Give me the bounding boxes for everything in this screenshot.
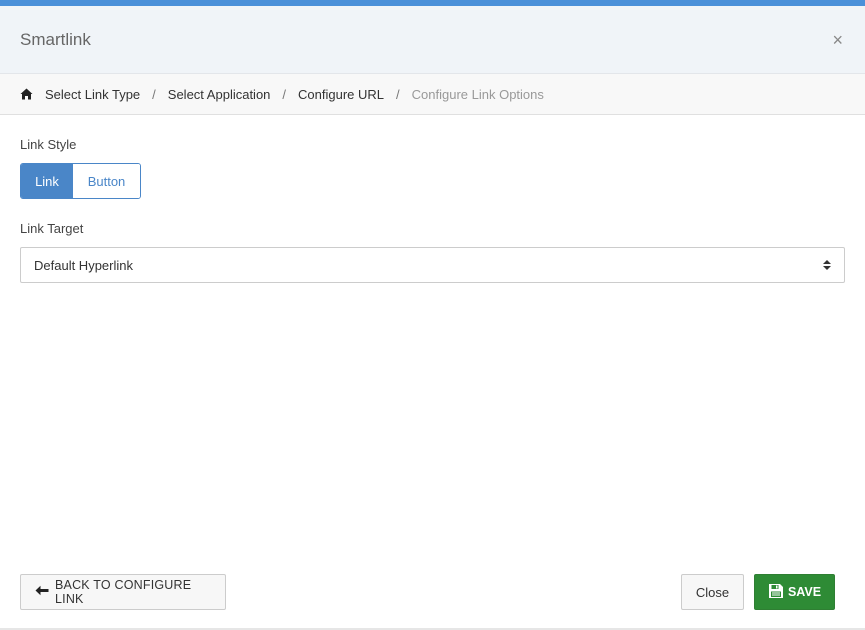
arrow-left-icon <box>35 585 49 599</box>
smartlink-modal: Smartlink × Select Link Type / Select Ap… <box>0 0 865 630</box>
link-style-link-option[interactable]: Link <box>21 164 73 198</box>
breadcrumb-select-application[interactable]: Select Application <box>168 87 271 102</box>
save-button-label: SAVE <box>787 585 822 599</box>
link-target-select[interactable]: Default Hyperlink <box>20 247 845 283</box>
modal-header: Smartlink × <box>0 6 865 74</box>
link-style-label: Link Style <box>20 137 77 152</box>
close-button[interactable]: Close <box>681 574 744 610</box>
back-button-label: BACK TO CONFIGURE LINK <box>55 578 192 606</box>
footer-right-buttons: Close SAVE <box>681 574 835 610</box>
breadcrumb-select-link-type[interactable]: Select Link Type <box>45 87 140 102</box>
breadcrumb-separator: / <box>282 86 287 102</box>
link-style-toggle: Link Button <box>20 163 141 199</box>
save-button[interactable]: SAVE <box>754 574 835 610</box>
modal-body: Link Style Link Button Link Target Defau… <box>0 115 865 283</box>
back-to-configure-link-button[interactable]: BACK TO CONFIGURE LINK <box>20 574 226 610</box>
breadcrumb: Select Link Type / Select Application / … <box>0 74 865 115</box>
link-target-label: Link Target <box>20 221 84 236</box>
modal-footer: BACK TO CONFIGURE LINK Close SAVE <box>20 574 835 610</box>
breadcrumb-separator: / <box>396 86 400 102</box>
breadcrumb-configure-link-options: Configure Link Options <box>411 86 544 102</box>
select-arrows-icon <box>823 260 831 270</box>
link-target-value: Default Hyperlink <box>34 257 133 273</box>
modal-title: Smartlink <box>20 29 91 49</box>
close-icon[interactable]: × <box>832 31 845 49</box>
link-style-button-option[interactable]: Button <box>73 164 140 198</box>
breadcrumb-separator: / <box>152 86 156 102</box>
floppy-disk-icon <box>768 583 784 602</box>
breadcrumb-configure-url[interactable]: Configure URL <box>298 87 384 102</box>
home-icon[interactable] <box>20 88 33 100</box>
